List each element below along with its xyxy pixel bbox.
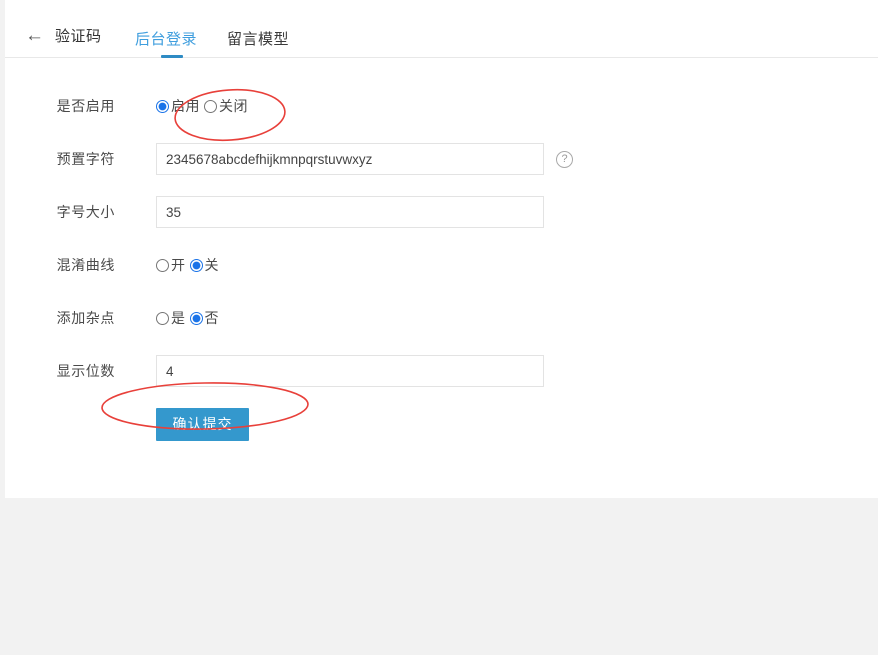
control-preset-chars: ? — [156, 143, 573, 175]
radio-curve-off[interactable]: 关 — [189, 255, 220, 275]
control-confuse-curve: 开 关 — [156, 255, 223, 275]
radio-input-curve-on[interactable] — [156, 258, 169, 272]
control-enable: 启用 关闭 — [156, 96, 252, 116]
radio-input-enable-on[interactable] — [156, 99, 169, 113]
page-title: 验证码 — [55, 28, 102, 45]
question-circle-icon[interactable]: ? — [556, 150, 573, 168]
radio-group-confuse-curve: 开 关 — [156, 255, 223, 275]
radio-input-noise-yes[interactable] — [156, 311, 169, 325]
radio-input-noise-no[interactable] — [189, 311, 203, 325]
page-header: ← 验证码 后台登录 留言模型 — [5, 0, 878, 58]
form-row-digit-count: 显示位数 — [5, 355, 878, 387]
control-font-size — [156, 196, 544, 228]
label-enable: 是否启用 — [56, 98, 115, 114]
form-row-font-size: 字号大小 — [5, 196, 878, 228]
tab-bar: 后台登录 留言模型 — [135, 28, 289, 51]
radio-group-add-noise: 是 否 — [156, 308, 223, 328]
label-digit-count: 显示位数 — [56, 363, 115, 379]
control-digit-count — [156, 355, 544, 387]
back-and-title: ← 验证码 — [25, 25, 102, 46]
tab-backend-login[interactable]: 后台登录 — [135, 28, 197, 51]
control-add-noise: 是 否 — [156, 308, 223, 328]
radio-noise-no[interactable]: 否 — [189, 308, 220, 328]
label-preset-chars: 预置字符 — [56, 151, 115, 167]
form-row-confuse-curve: 混淆曲线 开 关 — [5, 249, 878, 281]
preset-chars-input[interactable] — [156, 143, 544, 175]
label-font-size: 字号大小 — [56, 204, 115, 220]
radio-enable-on[interactable]: 启用 — [156, 96, 200, 116]
radio-enable-off[interactable]: 关闭 — [204, 96, 248, 116]
form-row-preset-chars: 预置字符 ? — [5, 143, 878, 175]
radio-label-curve-on: 开 — [171, 257, 186, 273]
radio-label-noise-no: 否 — [204, 310, 219, 326]
digit-count-input[interactable] — [156, 355, 544, 387]
submit-button[interactable]: 确认提交 — [156, 407, 249, 441]
back-arrow-icon[interactable]: ← — [25, 26, 44, 45]
radio-label-curve-off: 关 — [204, 257, 219, 273]
label-add-noise: 添加杂点 — [56, 310, 115, 326]
content-panel: ← 验证码 后台登录 留言模型 是否启用 启用 关闭 预置字符 2345678a… — [5, 0, 878, 498]
radio-noise-yes[interactable]: 是 — [156, 308, 186, 328]
tab-message-model[interactable]: 留言模型 — [227, 28, 289, 51]
form-row-enable: 是否启用 启用 关闭 — [5, 90, 878, 122]
label-confuse-curve: 混淆曲线 — [56, 257, 115, 273]
radio-label-enable-on: 启用 — [171, 98, 200, 114]
radio-group-enable: 启用 关闭 — [156, 96, 252, 116]
font-size-input[interactable] — [156, 196, 544, 228]
captcha-settings-form: 是否启用 启用 关闭 预置字符 ? — [5, 58, 878, 441]
radio-label-noise-yes: 是 — [171, 310, 186, 326]
radio-label-enable-off: 关闭 — [219, 98, 248, 114]
radio-input-enable-off[interactable] — [204, 99, 217, 113]
radio-input-curve-off[interactable] — [189, 258, 203, 272]
radio-curve-on[interactable]: 开 — [156, 255, 186, 275]
form-row-add-noise: 添加杂点 是 否 — [5, 302, 878, 334]
form-row-submit: 确认提交 — [5, 407, 878, 441]
